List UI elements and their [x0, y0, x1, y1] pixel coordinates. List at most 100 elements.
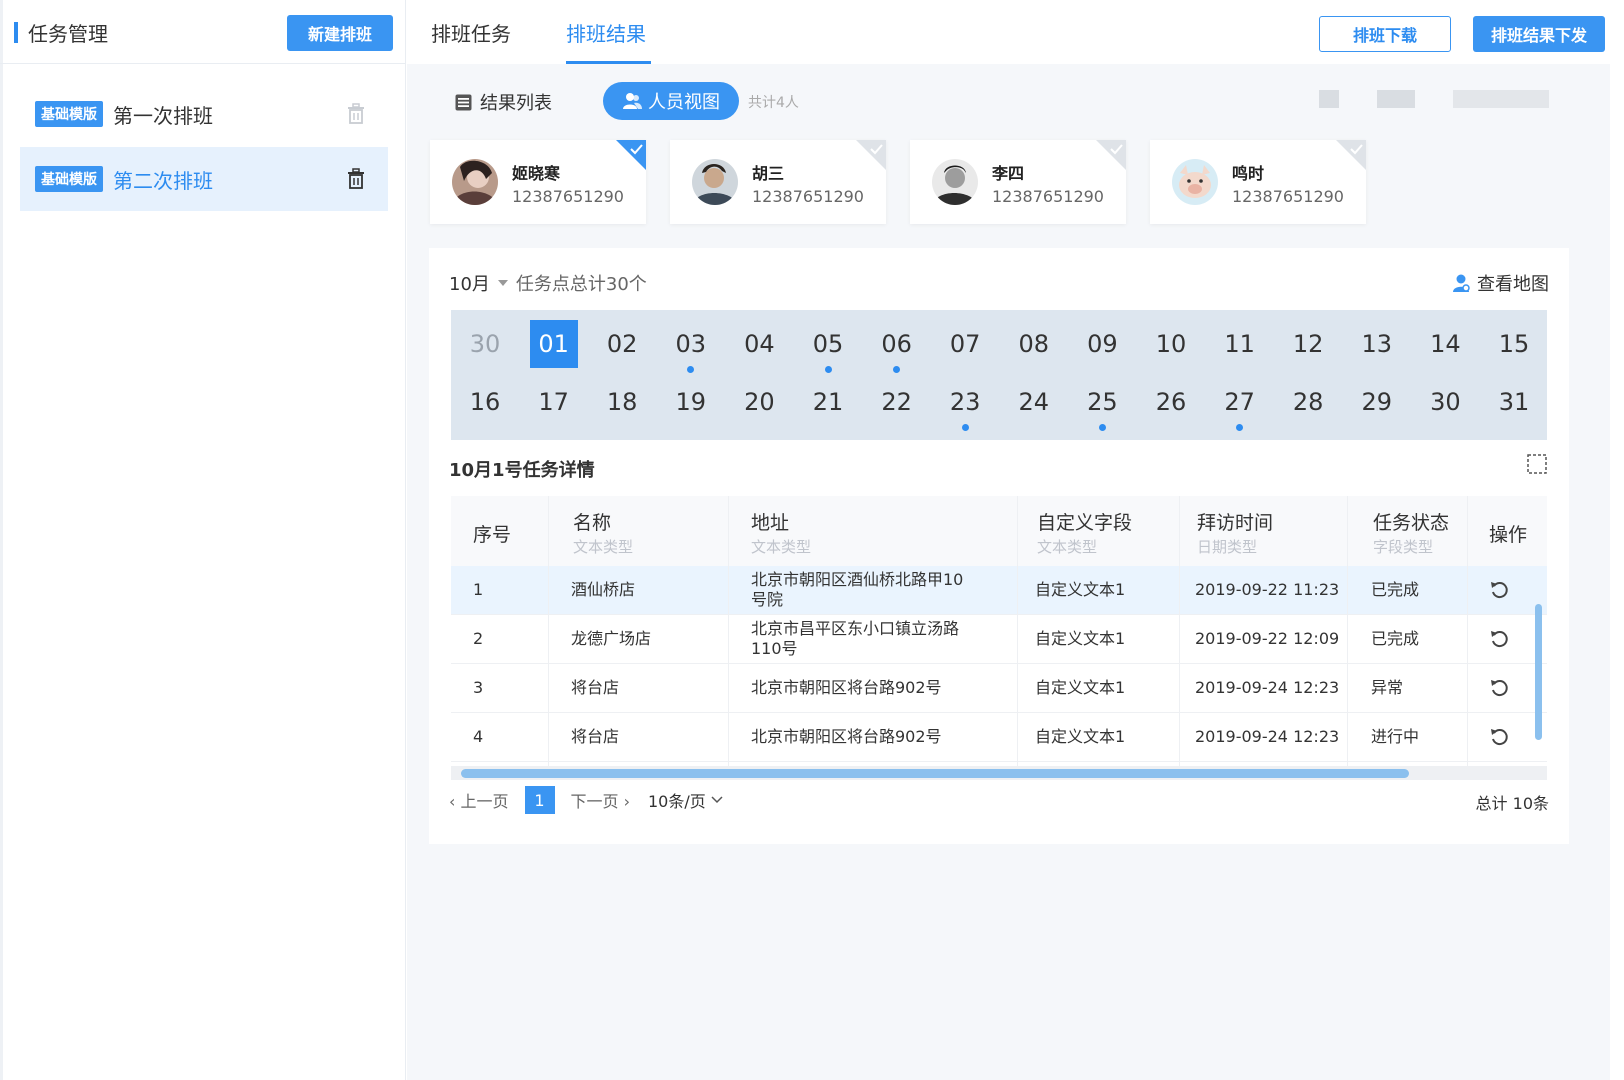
col-header-time: 拜访时间	[1197, 512, 1274, 534]
undo-icon[interactable]	[1489, 580, 1509, 600]
calendar-day[interactable]: 09	[1078, 320, 1126, 368]
person-name: 鸣时	[1232, 164, 1265, 183]
next-page-label: 下一页	[570, 792, 619, 811]
month-label: 10月	[449, 274, 490, 295]
pagination: ‹ 上一页 1 下一页 › 10条/页	[449, 786, 724, 814]
calendar-day[interactable]: 12	[1284, 320, 1332, 368]
cell-address: 北京市朝阳区酒仙桥北路甲10	[751, 570, 964, 589]
table-row[interactable]: 3 将台店 自定义文本1 2019-09-24 12:23 异常 北京市朝阳区将台路902…	[451, 664, 1547, 713]
cell-status: 进行中	[1371, 727, 1420, 746]
calendar-day[interactable]: 05	[804, 320, 852, 368]
calendar-day[interactable]: 14	[1421, 320, 1469, 368]
table-header: 序号 名称 文本类型 地址 文本类型 自定义字段 文本类型 拜访时间 日期类型 …	[451, 496, 1547, 566]
unselected-check-icon	[1096, 140, 1126, 170]
task-dot	[893, 366, 901, 373]
calendar-day[interactable]: 30	[1421, 378, 1469, 426]
trash-icon[interactable]	[346, 103, 366, 125]
issue-results-button[interactable]: 排班结果下发	[1473, 16, 1605, 52]
person-card-2[interactable]: 胡三 12387651290	[670, 140, 886, 224]
calendar-day[interactable]: 19	[667, 378, 715, 426]
calendar-day[interactable]: 07	[941, 320, 989, 368]
table-row[interactable]: 1 酒仙桥店 自定义文本1 2019-09-22 11:23 已完成 北京市朝阳区酒仙桥北…	[451, 566, 1547, 615]
cell-address: 北京市朝阳区将台路902号	[751, 727, 942, 746]
cell-address-line2: 号院	[751, 590, 784, 609]
person-card-3[interactable]: 李四 12387651290	[910, 140, 1126, 224]
col-divider	[1179, 496, 1180, 766]
calendar-day[interactable]: 29	[1353, 378, 1401, 426]
page-size-select[interactable]: 10条/页	[648, 788, 724, 812]
person-view-toggle[interactable]: 人员视图	[603, 82, 739, 120]
calendar-day[interactable]: 16	[461, 378, 509, 426]
table-row[interactable]: 2 龙德广场店 自定义文本1 2019-09-22 12:09 已完成 北京市昌平区东小口…	[451, 615, 1547, 664]
cell-address: 北京市朝阳区将台路902号	[751, 678, 942, 697]
calendar-day[interactable]: 15	[1490, 320, 1538, 368]
chevron-down-icon	[711, 796, 723, 804]
tab-schedule-results[interactable]: 排班结果	[566, 18, 646, 47]
view-map-link[interactable]: 查看地图	[1451, 270, 1549, 296]
calendar-day[interactable]: 30	[461, 320, 509, 368]
calendar-day[interactable]: 11	[1216, 320, 1264, 368]
schedule-download-button[interactable]: 排班下载	[1319, 16, 1451, 52]
person-card-1[interactable]: 姬晓寒 12387651290	[430, 140, 646, 224]
calendar-day[interactable]: 25	[1078, 378, 1126, 426]
cell-name: 将台店	[571, 727, 620, 746]
schedule-item-2[interactable]: 基础模版 第二次排班	[20, 147, 388, 211]
cell-name: 龙德广场店	[571, 629, 652, 648]
fullscreen-icon[interactable]	[1527, 454, 1547, 474]
calendar-day[interactable]: 08	[1010, 320, 1058, 368]
undo-icon[interactable]	[1489, 727, 1509, 747]
col-subheader-time: 日期类型	[1197, 538, 1258, 556]
calendar-day[interactable]: 23	[941, 378, 989, 426]
prev-page-button[interactable]: ‹ 上一页	[449, 788, 509, 812]
calendar-day[interactable]: 28	[1284, 378, 1332, 426]
result-list-label: 结果列表	[480, 93, 552, 114]
person-phone: 12387651290	[512, 187, 624, 206]
schedule-item-1[interactable]: 基础模版 第一次排班	[20, 82, 388, 146]
schedule-name: 第二次排班	[113, 168, 213, 193]
undo-icon[interactable]	[1489, 629, 1509, 649]
calendar-day[interactable]: 27	[1216, 378, 1264, 426]
calendar-day[interactable]: 02	[598, 320, 646, 368]
calendar-day[interactable]: 13	[1353, 320, 1401, 368]
people-icon	[623, 93, 642, 109]
title-accent-bar	[14, 22, 18, 43]
undo-icon[interactable]	[1489, 678, 1509, 698]
calendar-day[interactable]: 18	[598, 378, 646, 426]
placeholder-block	[1377, 90, 1415, 108]
calendar-day[interactable]: 10	[1147, 320, 1195, 368]
horizontal-scroll-thumb[interactable]	[461, 769, 1409, 778]
calendar-day[interactable]: 21	[804, 378, 852, 426]
cell-address-line2: 110号	[751, 639, 798, 658]
list-icon	[455, 94, 472, 110]
calendar-day[interactable]: 22	[873, 378, 921, 426]
result-list-toggle[interactable]: 结果列表	[455, 89, 552, 115]
col-subheader-name: 文本类型	[573, 538, 634, 556]
person-card-4[interactable]: 鸣时 12387651290	[1150, 140, 1366, 224]
calendar-day[interactable]: 26	[1147, 378, 1195, 426]
unselected-check-icon	[1336, 140, 1366, 170]
col-header-custom: 自定义字段	[1037, 512, 1133, 534]
calendar-day[interactable]: 06	[873, 320, 921, 368]
col-subheader-custom: 文本类型	[1037, 538, 1098, 556]
sidebar: 任务管理 新建排班 基础模版 第一次排班 基础模版 第二次排班	[0, 0, 406, 1080]
month-selector[interactable]: 10月 任务点总计30个	[449, 270, 647, 296]
calendar-day[interactable]: 20	[735, 378, 783, 426]
trash-icon[interactable]	[346, 168, 366, 190]
calendar-day[interactable]: 03	[667, 320, 715, 368]
calendar-day[interactable]: 31	[1490, 378, 1538, 426]
task-dot	[1098, 424, 1106, 431]
next-page-button[interactable]: 下一页 ›	[571, 788, 631, 812]
avatar	[932, 159, 978, 205]
template-tag: 基础模版	[35, 101, 103, 127]
table-row[interactable]: 4 将台店 自定义文本1 2019-09-24 12:23 进行中 北京市朝阳区将台路90…	[451, 713, 1547, 762]
calendar-day[interactable]: 01	[529, 320, 578, 368]
calendar-day[interactable]: 17	[530, 378, 578, 426]
sidebar-title: 任务管理	[28, 22, 108, 46]
vertical-scroll-thumb[interactable]	[1535, 604, 1542, 740]
page-number-current[interactable]: 1	[524, 786, 555, 814]
calendar-day[interactable]: 04	[735, 320, 783, 368]
new-schedule-button[interactable]: 新建排班	[287, 15, 393, 51]
calendar-day[interactable]: 24	[1010, 378, 1058, 426]
tab-schedule-tasks[interactable]: 排班任务	[431, 18, 511, 47]
cell-custom: 自定义文本1	[1035, 580, 1126, 599]
